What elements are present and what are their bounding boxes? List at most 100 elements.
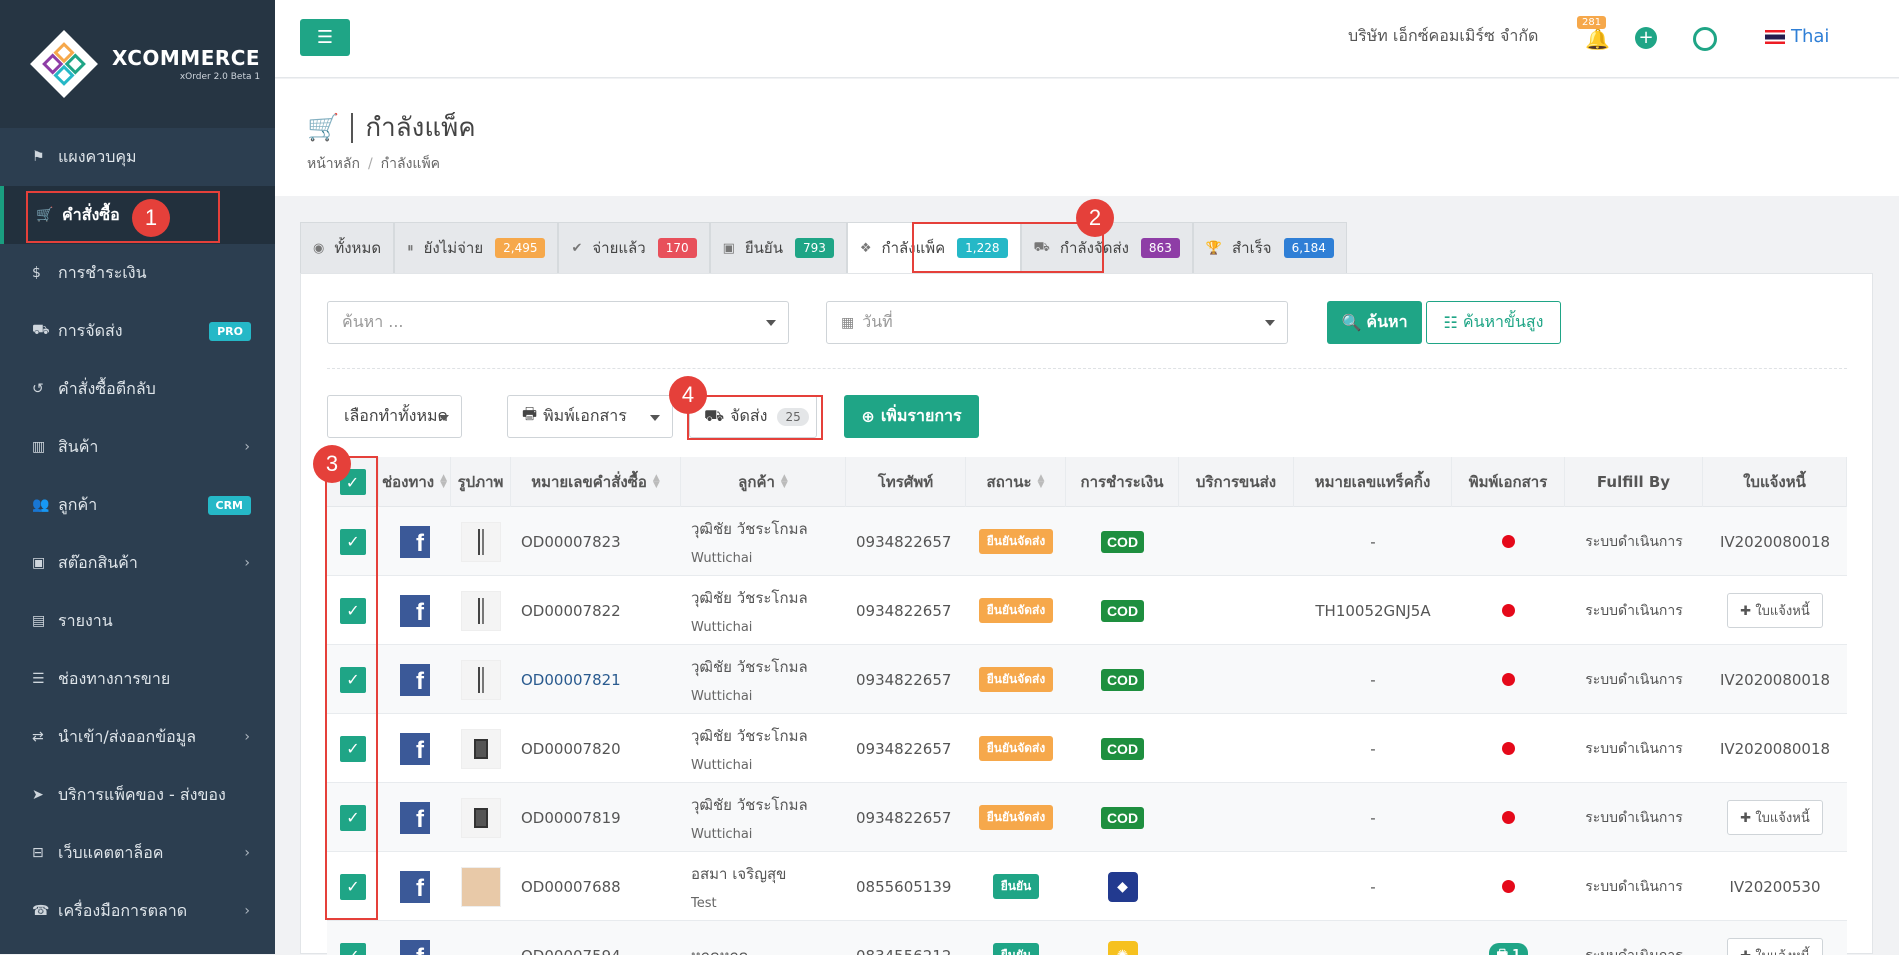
sidebar-item-5[interactable]: ▥สินค้า› [0,418,275,476]
product-image[interactable] [461,867,501,907]
caret-down-icon [1265,320,1275,326]
column-header-11[interactable]: ใบแจ้งหนี้ [1703,457,1847,507]
column-header-2[interactable]: หมายเลขคำสั่งซื้อ▲▼ [511,457,681,507]
sort-icon: ▲▼ [781,475,788,489]
table-header: ✓ช่องทาง▲▼รูปภาพหมายเลขคำสั่งซื้อ▲▼ลูกค้… [327,457,1847,507]
bell-icon[interactable]: 🔔 [1585,27,1610,51]
column-header-10[interactable]: Fulfill By [1565,457,1703,507]
orders-panel: ค้นหา ... ▦วันที่ 🔍ค้นหา ☷ค้นหาขั้นสูง เ… [300,273,1873,954]
order-number[interactable]: OD00007822 [521,602,621,620]
column-header-7[interactable]: บริการขนส่ง [1179,457,1294,507]
tab-1[interactable]: ⏸ยังไม่จ่าย2,495 [394,222,558,273]
sidebar-item-10[interactable]: ⇄นำเข้า/ส่งออกข้อมูล› [0,708,275,766]
column-header-1[interactable]: รูปภาพ [451,457,511,507]
user-icon[interactable] [1693,27,1717,51]
column-header-9[interactable]: พิมพ์เอกสาร [1452,457,1565,507]
invoice-number[interactable]: IV2020080018 [1720,671,1830,689]
order-number[interactable]: OD00007820 [521,740,621,758]
sidebar-item-3[interactable]: ⛟การจัดส่งPRO [0,302,275,360]
order-number[interactable]: OD00007823 [521,533,621,551]
not-printed-indicator [1502,535,1515,548]
product-image[interactable] [461,729,501,769]
order-number[interactable]: OD00007688 [521,878,621,896]
order-number[interactable]: OD00007821 [521,671,621,689]
tab-3[interactable]: ▣ยืนยัน793 [710,222,847,273]
add-item-button[interactable]: ⊕เพิ่มรายการ [844,395,979,438]
invoice-number[interactable]: IV2020080018 [1720,533,1830,551]
search-input[interactable]: ค้นหา ... [327,301,789,344]
sidebar-item-11[interactable]: ➤บริการแพ็คของ - ส่งของ [0,766,275,824]
table-row[interactable]: ✓fOD00007822วุฒิชัย วัชระโกมลWuttichai09… [327,576,1847,645]
product-image[interactable] [461,798,501,838]
table-row[interactable]: ✓fOD00007823วุฒิชัย วัชระโกมลWuttichai09… [327,507,1847,576]
language-selector[interactable]: Thai [1765,26,1829,47]
print-count-badge[interactable]: 🖶 1 [1489,943,1529,955]
column-header-3[interactable]: ลูกค้า▲▼ [681,457,846,507]
invoice-number[interactable]: IV2020080018 [1720,740,1830,758]
column-header-0[interactable]: ช่องทาง▲▼ [379,457,451,507]
table-row[interactable]: ✓fOD00007820วุฒิชัย วัชระโกมลWuttichai09… [327,714,1847,783]
search-button[interactable]: 🔍ค้นหา [1327,301,1422,344]
breadcrumb: หน้าหลัก/กำลังแพ็ค [307,153,440,175]
bulk-action-dropdown[interactable]: เลือกทำทั้งหมด [327,395,462,438]
column-header-4[interactable]: โทรศัพท์ [846,457,966,507]
column-header-6[interactable]: การชำระเงิน [1066,457,1179,507]
sidebar-item-4[interactable]: ↺คำสั่งซื้อตีกลับ [0,360,275,418]
company-name: บริษัท เอ็กซ์คอมเมิร์ซ จำกัด [1348,24,1538,49]
sidebar-item-6[interactable]: 👥ลูกค้าCRM [0,476,275,534]
sidebar-item-label: ลูกค้า [58,493,97,518]
table-cell: ✚ ใบแจ้งหนี้ [1703,576,1847,645]
table-cell: ✚ ใบแจ้งหนี้ [1703,921,1847,955]
table-cell: f [379,921,451,955]
product-image[interactable] [461,591,501,631]
page-title: 🛒 กำลังแพ็ค [307,107,476,148]
logo[interactable]: XCOMMERCE xOrder 2.0 Beta 1 [0,0,275,128]
advanced-search-label: ค้นหาขั้นสูง [1463,310,1544,335]
menu-toggle-button[interactable]: ☰ [300,19,350,56]
tab-label: จ่ายแล้ว [592,236,645,260]
table-cell: COD [1066,507,1179,576]
add-item-label: เพิ่มรายการ [881,404,962,429]
date-filter[interactable]: ▦วันที่ [826,301,1288,344]
table-row[interactable]: ✓fOD00007821วุฒิชัย วัชระโกมลWuttichai09… [327,645,1847,714]
tab-2[interactable]: ✔จ่ายแล้ว170 [558,222,709,273]
invoice-number[interactable]: IV20200530 [1729,878,1820,896]
add-icon[interactable]: + [1635,27,1657,49]
bulk-action-label: เลือกทำทั้งหมด [344,404,448,429]
create-invoice-button[interactable]: ✚ ใบแจ้งหนี้ [1727,938,1822,955]
sidebar-item-8[interactable]: ▤รายงาน [0,592,275,650]
sidebar-item-9[interactable]: ☰ช่องทางการขาย [0,650,275,708]
caret-down-icon [650,415,660,421]
table-cell: 0934822657 [846,783,966,852]
create-invoice-button[interactable]: ✚ ใบแจ้งหนี้ [1727,800,1822,835]
table-cell [451,921,511,955]
table-cell: IV2020080018 [1703,714,1847,783]
sidebar-item-0[interactable]: ⚑แผงควบคุม [0,128,275,186]
chevron-right-icon: › [244,903,250,919]
column-header-5[interactable]: สถานะ▲▼ [966,457,1066,507]
product-image[interactable] [461,522,501,562]
column-header-8[interactable]: หมายเลขแทร็คกิ้ง [1294,457,1452,507]
tab-0[interactable]: ◉ทั้งหมด [300,222,394,273]
order-number[interactable]: OD00007819 [521,809,621,827]
tracking-number: - [1370,878,1375,896]
sidebar-item-13[interactable]: ☎เครื่องมือการตลาด› [0,882,275,940]
table-cell: หกดหกด [681,921,846,955]
print-documents-dropdown[interactable]: 🖶พิมพ์เอกสาร [507,395,673,438]
advanced-search-button[interactable]: ☷ค้นหาขั้นสูง [1426,301,1561,344]
create-invoice-button[interactable]: ✚ ใบแจ้งหนี้ [1727,593,1822,628]
product-image[interactable] [461,660,501,700]
column-header-label: หมายเลขคำสั่งซื้อ [531,470,647,494]
not-printed-indicator [1502,604,1515,617]
cod-payment-icon: COD [1101,669,1144,691]
sidebar-item-7[interactable]: ▣สต๊อกสินค้า› [0,534,275,592]
table-row[interactable]: ✓fOD00007819วุฒิชัย วัชระโกมลWuttichai09… [327,783,1847,852]
sidebar-item-12[interactable]: ⊟เว็บแคตตาล็อค› [0,824,275,882]
sidebar-item-2[interactable]: $การชำระเงิน [0,244,275,302]
breadcrumb-home[interactable]: หน้าหลัก [307,156,360,172]
table-row[interactable]: ✓fOD00007594หกดหกด0834556212ยืนยัน✺-🖶 1ร… [327,921,1847,955]
tab-6[interactable]: 🏆สำเร็จ6,184 [1193,222,1347,273]
highlight-box-2 [912,222,1104,273]
table-row[interactable]: ✓fOD00007688อสมา เจริญสุขTest0855605139ย… [327,852,1847,921]
row-checkbox[interactable]: ✓ [340,943,366,955]
